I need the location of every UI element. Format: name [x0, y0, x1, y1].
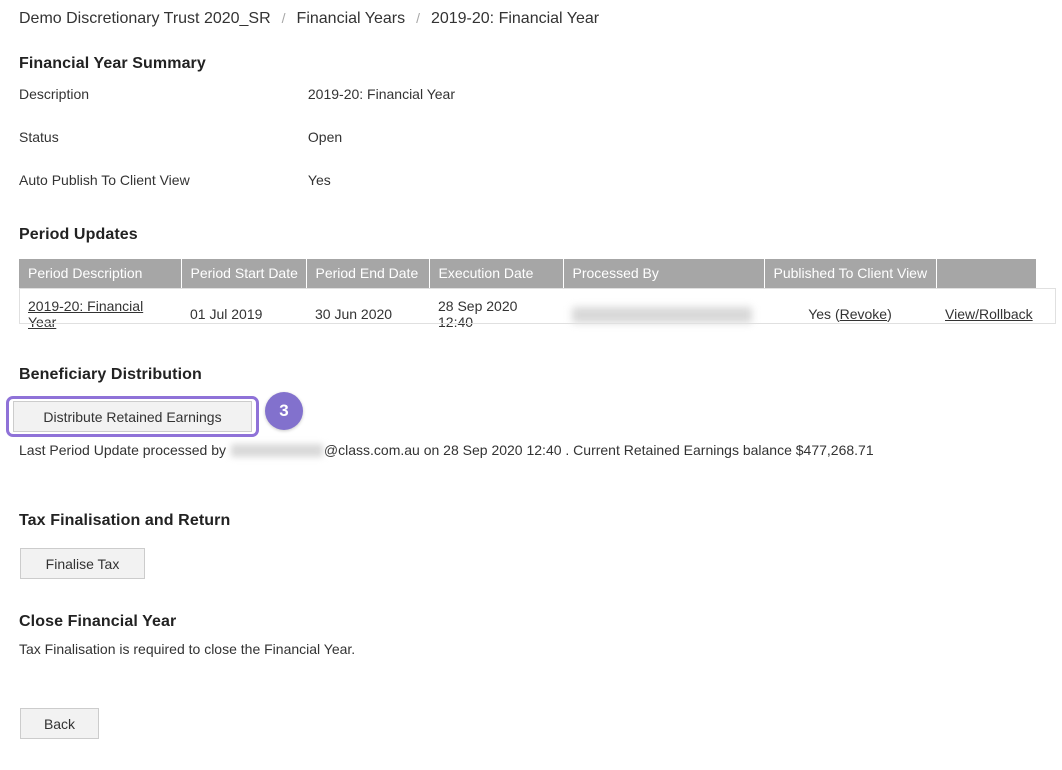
note-middle: on 28 Sep 2020 12:40 . Current Retained … [423, 442, 792, 458]
summary-value-status: Open [307, 129, 343, 145]
step-badge-3: 3 [265, 392, 303, 430]
column-header-period-end-date[interactable]: Period End Date [306, 259, 430, 288]
breadcrumb-item-entity[interactable]: Demo Discretionary Trust 2020_SR [19, 10, 271, 28]
revoke-paren-open: ( [831, 306, 840, 322]
tax-finalisation-heading: Tax Finalisation and Return [19, 512, 231, 529]
summary-value-auto-publish: Yes [307, 172, 331, 188]
cell-period-start-date: 01 Jul 2019 [181, 288, 306, 342]
table-body: 2019-20: Financial Year 01 Jul 2019 30 J… [19, 288, 1036, 342]
cell-processed-by [563, 288, 764, 342]
summary-row-auto-publish: Auto Publish To Client View Yes [19, 172, 819, 188]
column-header-period-start-date[interactable]: Period Start Date [181, 259, 307, 288]
table-header: Period Description Period Start Date Per… [19, 259, 1036, 288]
revoke-paren-close: ) [887, 306, 892, 322]
breadcrumb-separator: / [281, 10, 286, 26]
summary-label-status: Status [19, 129, 59, 145]
revoke-link[interactable]: Revoke [840, 306, 887, 322]
period-updates-table: Period Description Period Start Date Per… [19, 259, 1036, 342]
summary-label-description: Description [19, 86, 90, 102]
summary-label-auto-publish: Auto Publish To Client View [19, 172, 190, 188]
breadcrumb-separator: / [416, 10, 420, 26]
financial-year-page: Demo Discretionary Trust 2020_SR / Finan… [0, 0, 1062, 770]
view-rollback-link[interactable]: View/Rollback [945, 306, 1033, 322]
cell-execution-date: 28 Sep 2020 12:40 [429, 288, 563, 342]
back-button[interactable]: Back [20, 708, 99, 739]
cell-actions: View/Rollback [936, 288, 1036, 342]
period-description-link[interactable]: 2019-20: Financial Year [28, 298, 143, 330]
summary-row-status: Status Open [19, 129, 819, 145]
summary-row-description: Description 2019-20: Financial Year [19, 86, 819, 102]
beneficiary-distribution-heading: Beneficiary Distribution [19, 366, 202, 383]
note-prefix: Last Period Update processed by [19, 442, 227, 458]
close-financial-year-description: Tax Finalisation is required to close th… [19, 641, 356, 657]
note-email-domain: @class.com.au [323, 442, 420, 458]
published-status-text: Yes [808, 306, 832, 322]
table-row: 2019-20: Financial Year 01 Jul 2019 30 J… [19, 288, 1036, 342]
cell-period-end-date: 30 Jun 2020 [306, 288, 429, 342]
cell-period-description: 2019-20: Financial Year [19, 288, 181, 342]
cell-published-to-client-view: Yes (Revoke) [764, 288, 936, 342]
column-header-actions [936, 259, 1036, 288]
last-period-update-note: Last Period Update processed by @class.c… [19, 442, 874, 459]
breadcrumb-item-current-year: 2019-20: Financial Year [430, 10, 600, 27]
column-header-processed-by[interactable]: Processed By [563, 259, 765, 288]
period-updates-heading: Period Updates [19, 226, 138, 243]
column-header-period-description[interactable]: Period Description [19, 259, 182, 288]
redacted-user-email [230, 443, 323, 457]
breadcrumb: Demo Discretionary Trust 2020_SR / Finan… [19, 10, 599, 28]
close-financial-year-heading: Close Financial Year [19, 613, 177, 630]
distribute-retained-earnings-button[interactable]: Distribute Retained Earnings [13, 401, 252, 432]
financial-year-summary-heading: Financial Year Summary [19, 55, 206, 72]
note-balance-amount: $477,268.71 [795, 442, 874, 458]
summary-value-description: 2019-20: Financial Year [307, 86, 455, 102]
finalise-tax-button[interactable]: Finalise Tax [20, 548, 145, 579]
redacted-processed-by [572, 306, 752, 323]
column-header-execution-date[interactable]: Execution Date [429, 259, 564, 288]
period-updates-table-wrapper: Period Description Period Start Date Per… [19, 259, 1056, 342]
column-header-published-to-client-view[interactable]: Published To Client View [764, 259, 937, 288]
table-header-row: Period Description Period Start Date Per… [19, 259, 1036, 288]
breadcrumb-item-financial-years[interactable]: Financial Years [297, 10, 406, 28]
